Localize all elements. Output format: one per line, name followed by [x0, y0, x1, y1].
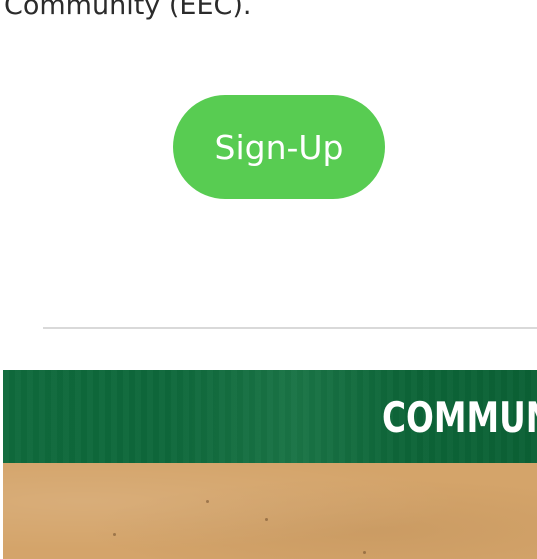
signup-button[interactable]: Sign-Up	[173, 95, 385, 199]
intro-text-fragment: Community (EEC).	[4, 0, 252, 21]
texture-speck	[363, 551, 366, 554]
texture-speck	[265, 518, 268, 521]
community-banner-image: COMMUN	[3, 370, 537, 559]
divider	[43, 327, 537, 329]
texture-speck	[206, 500, 209, 503]
banner-texture	[3, 463, 537, 559]
banner-title: COMMUN	[382, 393, 537, 442]
texture-speck	[113, 533, 116, 536]
banner-header: COMMUN	[3, 370, 537, 463]
page: Community (EEC). Sign-Up COMMUN	[0, 0, 537, 559]
